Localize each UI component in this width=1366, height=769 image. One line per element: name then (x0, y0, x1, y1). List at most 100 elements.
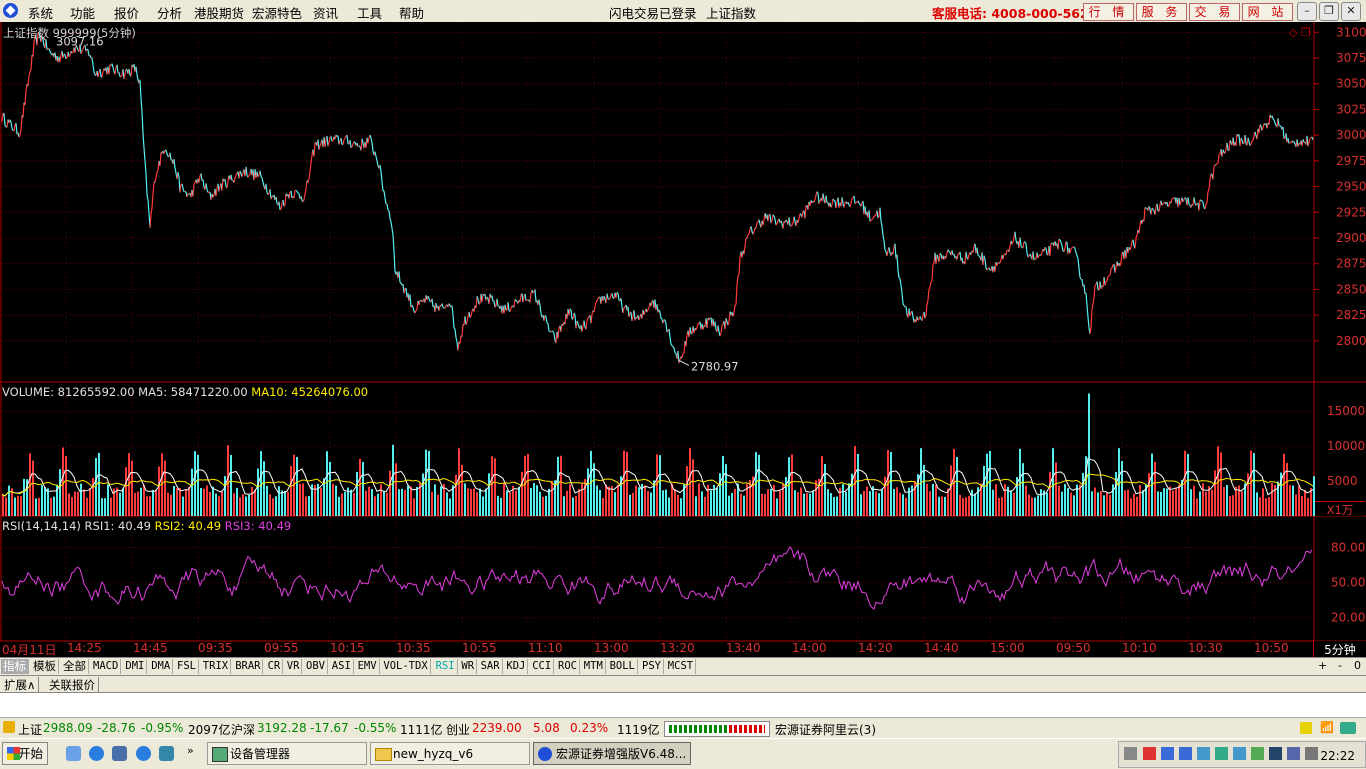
volume-bar (971, 490, 973, 516)
hs-index-name[interactable]: 沪深 (231, 721, 255, 738)
volume-bar (365, 491, 367, 516)
indicator-add-button[interactable]: + (1318, 659, 1327, 672)
volume-y-tick-label: 15000 (1327, 404, 1365, 418)
indicator-tab-wr[interactable]: WR (459, 659, 477, 674)
tray-icon-5[interactable] (1197, 747, 1210, 760)
indicator-remove-button[interactable]: - (1338, 659, 1342, 672)
quote-button[interactable]: 行 情 (1083, 3, 1134, 21)
menu-hk-futures[interactable]: 港股期货 (194, 3, 244, 22)
tray-icon-8[interactable] (1251, 747, 1264, 760)
indicator-tab-vr[interactable]: VR (285, 659, 303, 674)
rsi3-value: RSI3: 40.49 (225, 519, 291, 533)
volume-bar (836, 497, 838, 516)
network-icon[interactable] (1287, 747, 1300, 760)
price-segment (268, 193, 269, 194)
close-icon[interactable]: ✕ (1341, 2, 1361, 21)
indicator-tab-psy[interactable]: PSY (640, 659, 664, 674)
tray-icon-2[interactable] (1143, 747, 1156, 760)
chart-window-ctrl-icon[interactable]: ◇ ❐ (1289, 26, 1311, 39)
indicator-reset-button[interactable]: 0 (1354, 659, 1361, 672)
indicator-tab-roc[interactable]: ROC (556, 659, 580, 674)
cy-index-name[interactable]: 创业 (446, 721, 470, 738)
indicator-tab-fsl[interactable]: FSL (175, 659, 199, 674)
keyboard-icon[interactable] (1124, 747, 1137, 760)
tab-expand[interactable]: 扩展∧ (1, 677, 39, 693)
minimize-icon[interactable]: – (1297, 2, 1317, 21)
indicator-tab-boll[interactable]: BOLL (608, 659, 638, 674)
volume-bar (806, 493, 808, 516)
volume-bar (767, 489, 769, 516)
indicator-tab-dmi[interactable]: DMI (123, 659, 147, 674)
indicator-tab-brar[interactable]: BRAR (233, 659, 263, 674)
menu-news[interactable]: 资讯 (313, 3, 338, 22)
server-name[interactable]: 宏源证券阿里云(3) (775, 721, 876, 738)
more-chevron-icon[interactable]: » (187, 744, 194, 757)
volume-bar (1025, 486, 1027, 516)
volume-bar (1049, 472, 1051, 516)
indicator-tab-macd[interactable]: MACD (91, 659, 121, 674)
quicklaunch-icon-1[interactable] (66, 746, 81, 761)
volume-bar (542, 497, 544, 516)
indicator-tab-dma[interactable]: DMA (149, 659, 173, 674)
task-hongyuan[interactable]: 宏源证券增强版V6.48... (533, 742, 691, 765)
browser-icon[interactable] (136, 746, 151, 761)
menu-hongyuan-special[interactable]: 宏源特色 (252, 3, 302, 22)
website-button[interactable]: 网 站 (1242, 3, 1293, 21)
indicator-tab-指标[interactable]: 指标 (1, 659, 29, 674)
shield-icon[interactable] (1215, 747, 1228, 760)
menu-help[interactable]: 帮助 (399, 3, 424, 22)
task-folder[interactable]: new_hyzq_v6 (370, 742, 530, 765)
indicator-tab-mtm[interactable]: MTM (582, 659, 606, 674)
restore-icon[interactable]: ❐ (1319, 2, 1339, 21)
price-y-tick-label: 3050 (1336, 77, 1366, 91)
volume-bar (551, 481, 553, 516)
tray-icon-9[interactable] (1269, 747, 1282, 760)
folder-icon (375, 748, 392, 761)
volume-bar (1010, 490, 1012, 516)
period-selector[interactable]: 5分钟 (1313, 641, 1366, 657)
indicator-tab-kdj[interactable]: KDJ (504, 659, 528, 674)
indicator-tab-emv[interactable]: EMV (356, 659, 380, 674)
tray-icon-7[interactable] (1233, 747, 1246, 760)
clock[interactable]: 22:22 (1320, 749, 1355, 763)
app-logo-icon[interactable] (3, 3, 18, 18)
chart-svg[interactable]: 3100307530503025300029752950292529002875… (0, 22, 1366, 657)
indicator-tab-vol-tdx[interactable]: VOL-TDX (381, 659, 430, 674)
tray-icon-3[interactable] (1161, 747, 1174, 760)
indicator-tab-全部[interactable]: 全部 (61, 659, 89, 674)
volume-bar (665, 490, 667, 516)
menu-analysis[interactable]: 分析 (157, 3, 182, 22)
ie-icon[interactable] (89, 746, 104, 761)
start-button[interactable]: 开始 (2, 742, 48, 765)
market-icon[interactable] (3, 721, 15, 733)
x-tick-label: 09:35 (198, 641, 233, 655)
indicator-tab-模板[interactable]: 模板 (31, 659, 59, 674)
x-tick-label: 14:20 (858, 641, 893, 655)
sh-index-name[interactable]: 上证 (18, 721, 42, 738)
volume-bar (254, 490, 256, 516)
volume-bar (941, 496, 943, 516)
menu-tools[interactable]: 工具 (357, 3, 382, 22)
menu-function[interactable]: 功能 (70, 3, 95, 22)
service-button[interactable]: 服 务 (1136, 3, 1187, 21)
indicator-tab-trix[interactable]: TRIX (201, 659, 231, 674)
task-label: new_hyzq_v6 (393, 747, 473, 761)
indicator-tab-mcst[interactable]: MCST (666, 659, 696, 674)
indicator-tab-cr[interactable]: CR (266, 659, 284, 674)
indicator-tab-cci[interactable]: CCI (530, 659, 554, 674)
indicator-tab-rsi[interactable]: RSI (434, 659, 458, 674)
volume-icon[interactable] (1305, 747, 1318, 760)
menu-system[interactable]: 系统 (28, 3, 53, 22)
trade-button[interactable]: 交 易 (1189, 3, 1240, 21)
tab-related-quotes[interactable]: 关联报价 (46, 677, 99, 693)
kline-chart-area[interactable]: 3100307530503025300029752950292529002875… (0, 22, 1366, 657)
indicator-tab-sar[interactable]: SAR (479, 659, 503, 674)
indicator-tab-obv[interactable]: OBV (304, 659, 328, 674)
desktop-icon[interactable] (112, 746, 127, 761)
task-device-manager[interactable]: 设备管理器 (207, 742, 367, 765)
menu-quote[interactable]: 报价 (114, 3, 139, 22)
indicator-tab-asi[interactable]: ASI (330, 659, 354, 674)
notification-icon[interactable] (1300, 722, 1312, 734)
quicklaunch-icon-5[interactable] (159, 746, 174, 761)
tray-icon-4[interactable] (1179, 747, 1192, 760)
